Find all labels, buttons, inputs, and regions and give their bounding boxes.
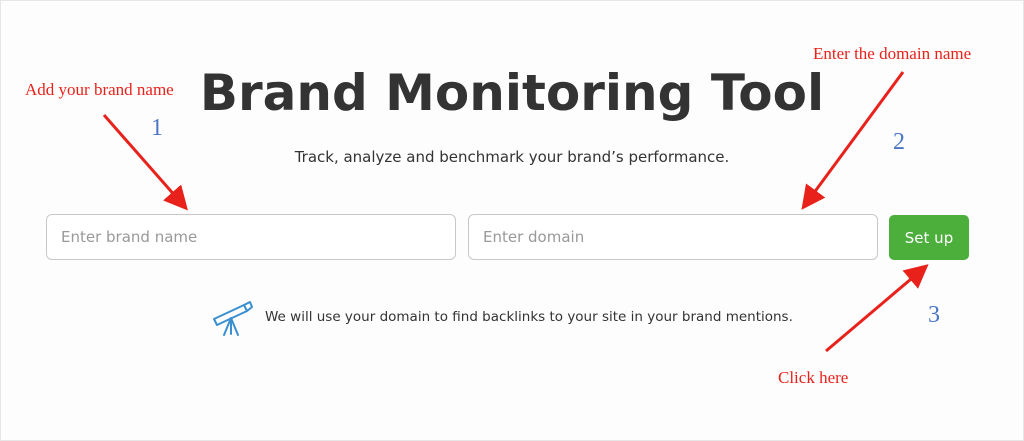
page-subtitle: Track, analyze and benchmark your brand’…	[294, 148, 730, 166]
domain-input[interactable]	[468, 214, 878, 260]
telescope-icon	[213, 301, 253, 336]
brand-name-input[interactable]	[46, 214, 456, 260]
annotation-brand-label: Add your brand name	[25, 80, 174, 99]
setup-button[interactable]: Set up	[889, 215, 969, 260]
step-number-3: 3	[928, 302, 940, 328]
annotation-click-label: Click here	[778, 368, 849, 387]
note-text: We will use your domain to find backlink…	[265, 309, 793, 325]
annotation-domain-label: Enter the domain name	[813, 44, 972, 63]
step-number-1: 1	[151, 115, 163, 141]
step-number-2: 2	[893, 129, 905, 155]
